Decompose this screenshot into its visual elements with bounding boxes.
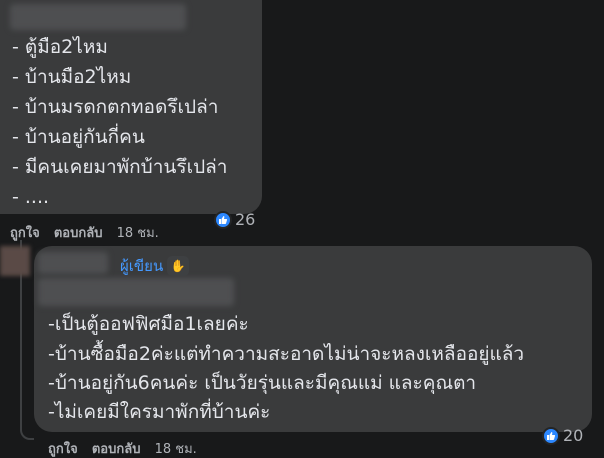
blurred-author-name <box>10 4 186 30</box>
blurred-mention <box>38 278 234 306</box>
reaction-count: 26 <box>235 210 256 229</box>
comment1-line-1: - ตู้มือ2ไหม <box>12 36 108 58</box>
wave-hand-icon: ✋ <box>167 256 190 276</box>
author-badge-label: ผู้เขียน <box>120 257 164 275</box>
author-badge: ผู้เขียน ✋ <box>120 254 190 278</box>
comment2-line-2: -บ้านซื้อมือ2ค่ะแต่ทำความสะอาดไม่น่าจะหล… <box>48 343 525 365</box>
reaction-count: 20 <box>563 426 584 445</box>
like-button[interactable]: ถูกใจ <box>48 442 78 457</box>
timestamp[interactable]: 18 ชม. <box>117 226 159 241</box>
reaction-summary-1[interactable]: 26 <box>214 210 255 229</box>
comment1-line-4: - บ้านอยู่กันกี่คน <box>12 126 145 148</box>
like-button[interactable]: ถูกใจ <box>10 226 40 241</box>
comment1-line-5: - มีคนเคยมาพักบ้านรึเปล่า <box>12 156 228 178</box>
reaction-summary-2[interactable]: 20 <box>542 426 583 445</box>
comment1-line-6: - .... <box>12 186 50 208</box>
comment1-line-3: - บ้านมรดกตกทอดรึเปล่า <box>12 96 219 118</box>
thumbs-up-icon <box>214 210 232 229</box>
blurred-author-name[interactable] <box>38 252 108 274</box>
comment1-actions: ถูกใจ ตอบกลับ 18 ชม. <box>10 222 169 243</box>
comment2-line-4: -ไม่เคยมีใครมาพักที่บ้านค่ะ <box>48 401 271 423</box>
comment2-actions: ถูกใจ ตอบกลับ 18 ชม. <box>48 438 207 458</box>
comment2-line-1: -เป็นตู้ออฟฟิศมือ1เลยค่ะ <box>48 313 249 335</box>
comment2-line-3: -บ้านอยู่กัน6คนค่ะ เป็นวัยรุ่นและมีคุณแม… <box>48 372 477 394</box>
comment1-line-2: - บ้านมือ2ไหม <box>12 66 132 88</box>
thumbs-up-icon <box>542 426 560 445</box>
timestamp[interactable]: 18 ชม. <box>155 442 197 457</box>
reply-button[interactable]: ตอบกลับ <box>92 442 141 457</box>
avatar[interactable] <box>0 246 30 276</box>
reply-button[interactable]: ตอบกลับ <box>54 226 103 241</box>
thread-branch <box>20 420 34 440</box>
